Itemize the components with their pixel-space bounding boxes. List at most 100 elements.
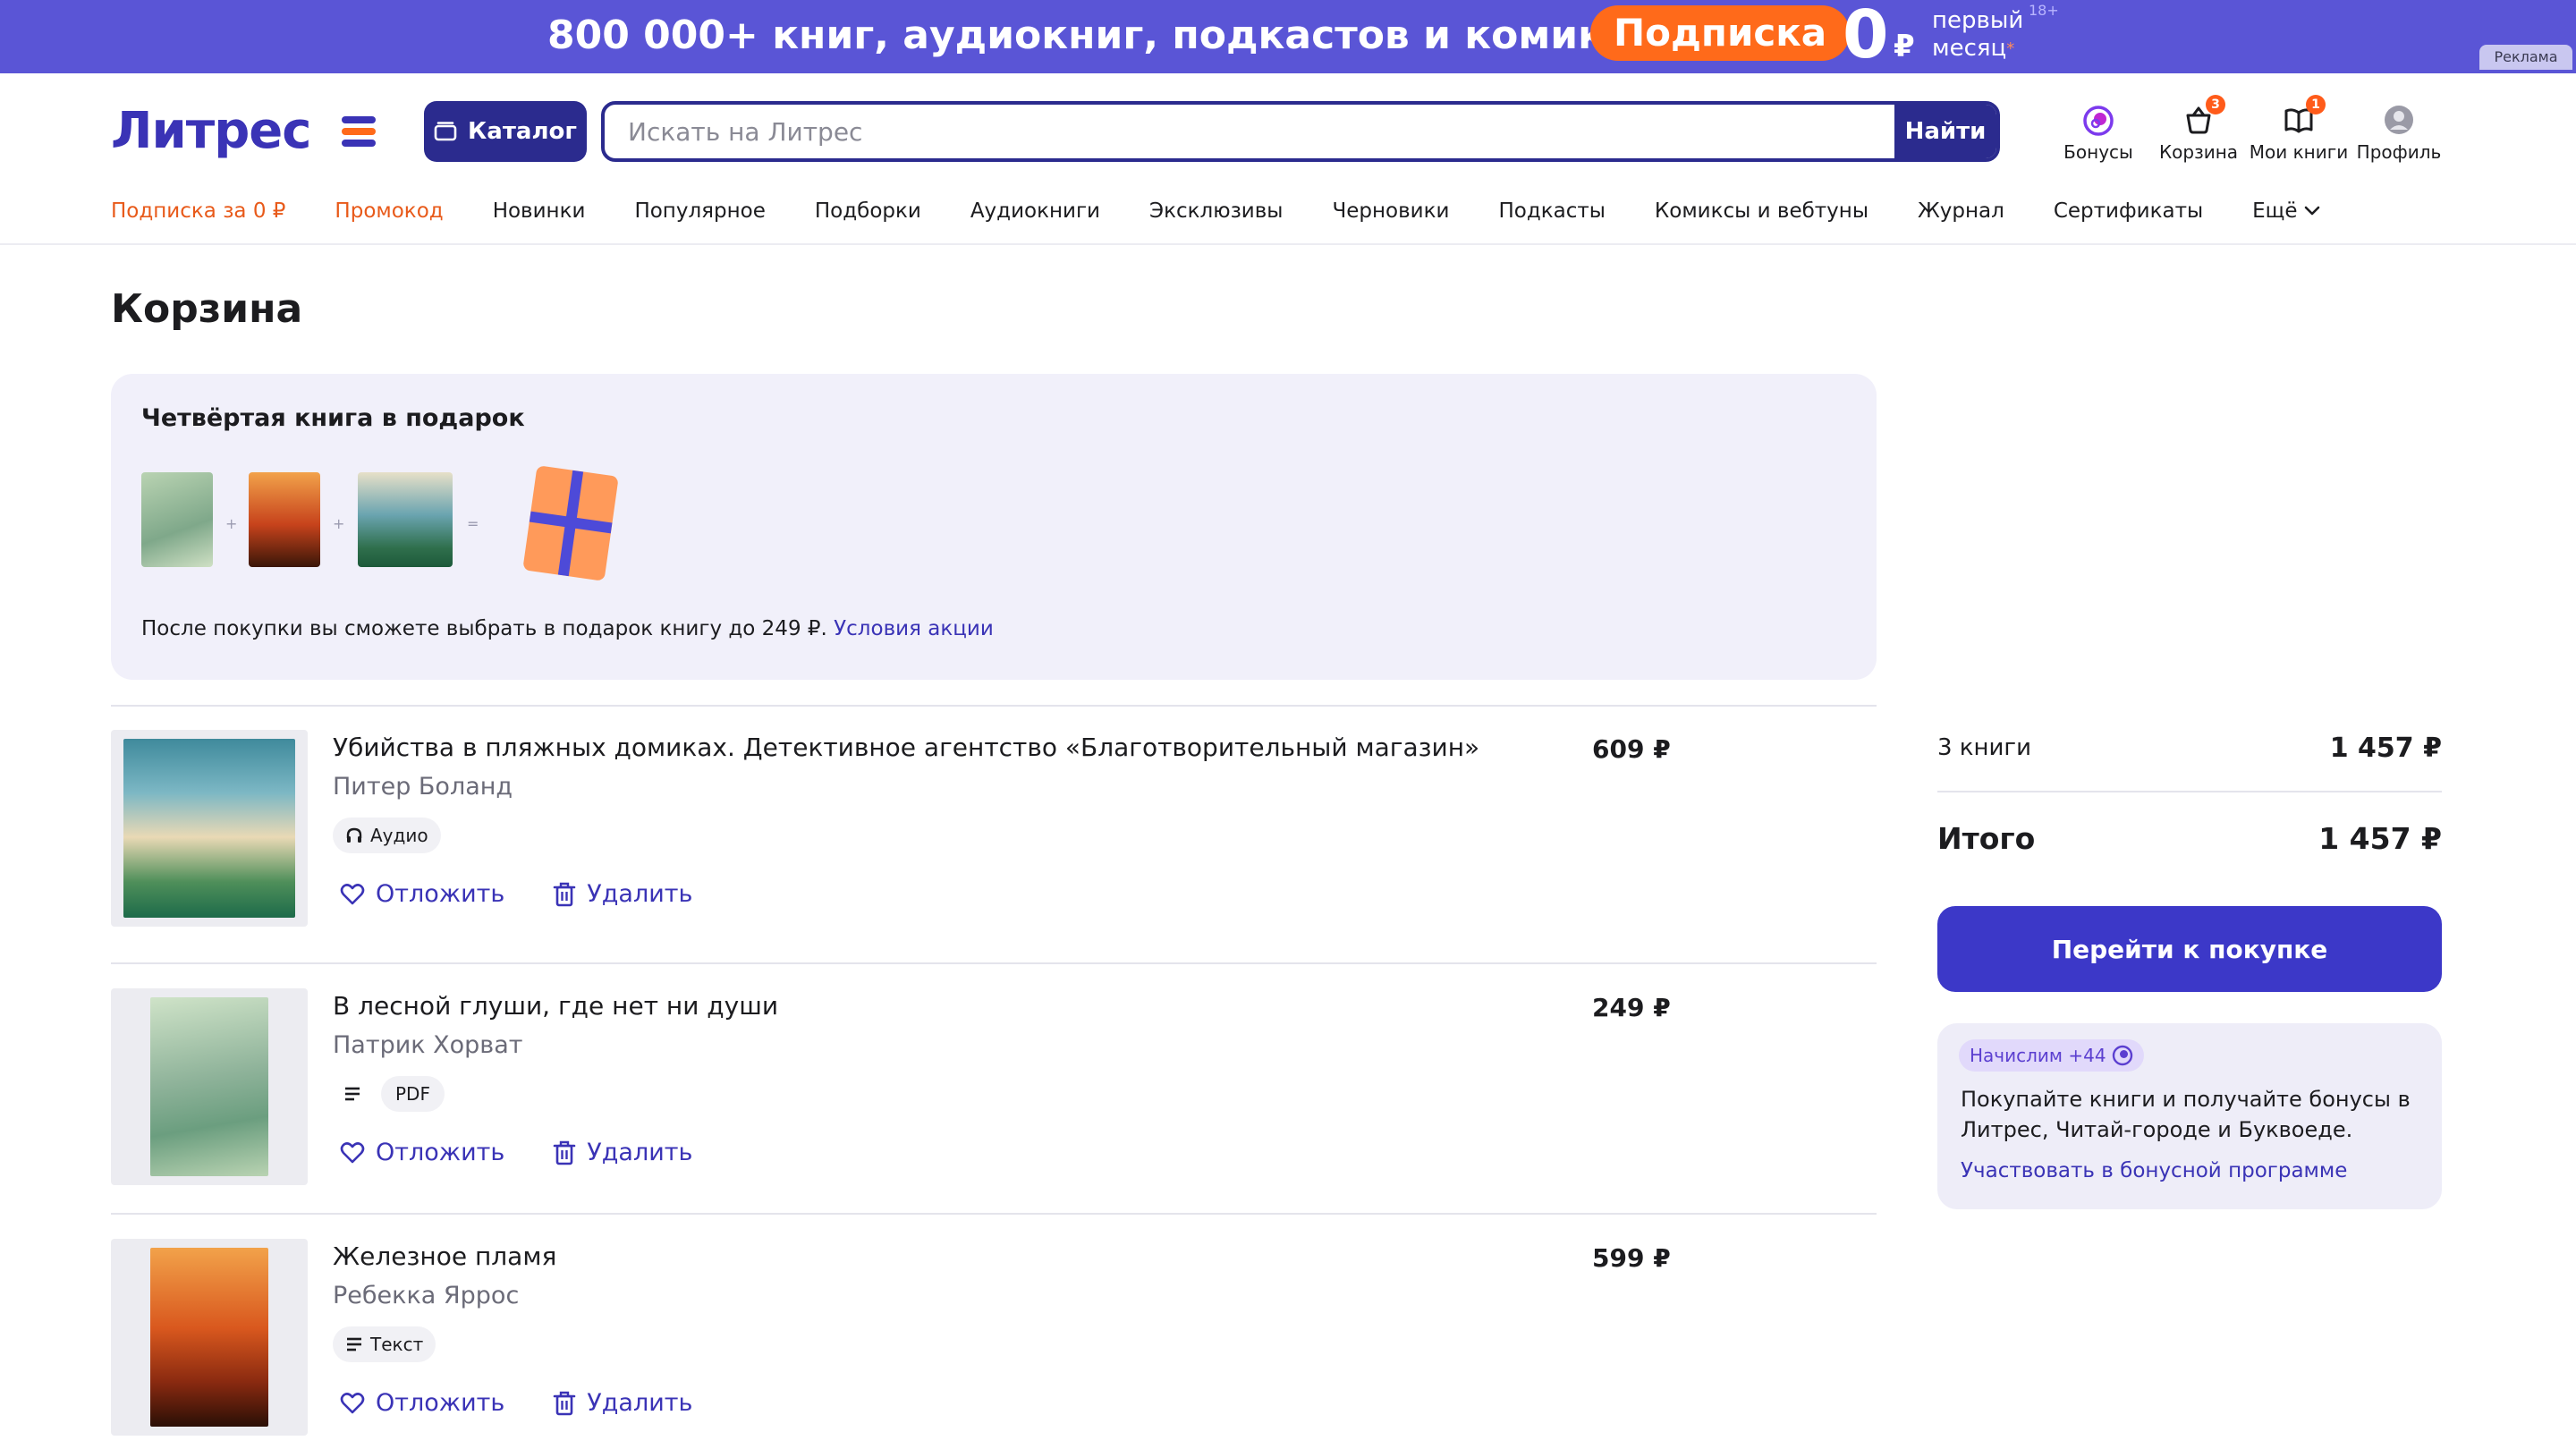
banner-text: 800 000+ книг, аудиокниг, подкастов и ко… (547, 13, 1681, 58)
banner-currency: ₽ (1894, 29, 1915, 64)
heart-icon (340, 884, 365, 905)
nav-subscription[interactable]: Подписка за 0 ₽ (111, 195, 285, 227)
heart-icon (340, 1393, 365, 1414)
delete-label: Удалить (587, 880, 693, 908)
logo-mark-icon (342, 116, 376, 147)
nav-more-label: Ещё (2252, 199, 2298, 223)
bonus-icon (2112, 1045, 2132, 1066)
search-input[interactable] (628, 105, 1880, 158)
book-cover[interactable] (111, 730, 308, 927)
nav-journal[interactable]: Журнал (1918, 195, 2004, 227)
bonus-accrual-badge: Начислим +44 (1959, 1039, 2144, 1072)
banner-price-note-line2-text: месяц (1932, 35, 2007, 62)
banner-subscription-pill[interactable]: Подписка (1590, 5, 1851, 61)
bonus-accrual-label: Начислим +44 (1970, 1045, 2106, 1066)
book-price: 249 ₽ (1592, 993, 1671, 1022)
delete-button[interactable]: Удалить (553, 1385, 692, 1421)
trash-icon (553, 882, 576, 907)
book-cover-art (123, 739, 295, 918)
format-badge: PDF (381, 1076, 445, 1112)
postpone-label: Отложить (376, 1139, 505, 1166)
summary-count-value: 1 457 ₽ (2329, 732, 2442, 764)
main-nav: Подписка за 0 ₽ Промокод Новинки Популяр… (111, 195, 2370, 227)
summary-total-label: Итого (1937, 820, 2036, 856)
cart-badge: 3 (2206, 95, 2225, 114)
promo-note-text: После покупки вы сможете выбрать в подар… (141, 617, 827, 640)
banner-price-note-line2: месяц* (1932, 35, 2023, 63)
book-author[interactable]: Ребекка Яррос (333, 1278, 519, 1314)
summary-total-value: 1 457 ₽ (2318, 820, 2442, 856)
nav-podcasts[interactable]: Подкасты (1498, 195, 1605, 227)
postpone-label: Отложить (376, 880, 505, 908)
heart-icon (340, 1142, 365, 1164)
profile-link[interactable]: Профиль (2349, 100, 2449, 168)
delete-button[interactable]: Удалить (553, 1135, 692, 1171)
book-author[interactable]: Патрик Хорват (333, 1028, 523, 1063)
litres-logo[interactable]: Литрес (111, 100, 311, 163)
summary-count-row: 3 книги 1 457 ₽ (1937, 728, 2442, 767)
cart-item: Железное пламя Ребекка Яррос 599 ₽ Текст… (111, 1239, 1877, 1445)
promo-equals: = (467, 515, 479, 532)
catalog-button[interactable]: Каталог (424, 101, 587, 162)
nav-new[interactable]: Новинки (493, 195, 586, 227)
bonus-icon (2083, 106, 2114, 136)
nav-collections[interactable]: Подборки (815, 195, 921, 227)
postpone-label: Отложить (376, 1389, 505, 1417)
trash-icon (553, 1140, 576, 1165)
book-price: 599 ₽ (1592, 1243, 1671, 1273)
nav-divider (0, 243, 2576, 245)
format-badge: Аудио (333, 818, 441, 853)
book-title[interactable]: Железное пламя (333, 1239, 556, 1275)
delete-label: Удалить (587, 1389, 693, 1417)
summary-total-row: Итого 1 457 ₽ (1937, 816, 2442, 860)
nav-exclusives[interactable]: Эксклюзивы (1149, 195, 1283, 227)
book-title[interactable]: В лесной глуши, где нет ни души (333, 988, 778, 1024)
postpone-button[interactable]: Отложить (340, 1135, 504, 1171)
postpone-button[interactable]: Отложить (340, 1385, 504, 1421)
format-label: Аудио (370, 825, 428, 846)
profile-icon (2385, 106, 2413, 134)
promo-plus: + (333, 515, 345, 532)
chevron-down-icon (2304, 206, 2319, 216)
gift-promo-card: Четвёртая книга в подарок + + = После по… (111, 374, 1877, 680)
nav-promocode[interactable]: Промокод (335, 195, 443, 227)
nav-drafts[interactable]: Черновики (1332, 195, 1449, 227)
nav-audiobooks[interactable]: Аудиокниги (970, 195, 1100, 227)
book-price: 609 ₽ (1592, 734, 1671, 764)
postpone-button[interactable]: Отложить (340, 877, 504, 912)
promo-title: Четвёртая книга в подарок (141, 404, 525, 432)
nav-popular[interactable]: Популярное (634, 195, 765, 227)
text-lines-icon (347, 1337, 361, 1352)
book-author[interactable]: Питер Боланд (333, 769, 513, 805)
delete-button[interactable]: Удалить (553, 877, 692, 912)
promo-terms-link[interactable]: Условия акции (834, 617, 994, 640)
summary-divider (1937, 791, 2442, 792)
summary-count-label: 3 книги (1937, 734, 2031, 761)
nav-comics[interactable]: Комиксы и вебтуны (1655, 195, 1868, 227)
bonus-program-link[interactable]: Участвовать в бонусной программе (1961, 1156, 2347, 1186)
format-icon-badge (333, 1076, 372, 1112)
banner-price-note-line1: первый (1932, 7, 2024, 34)
book-title[interactable]: Убийства в пляжных домиках. Детективное … (333, 730, 1479, 766)
nav-more[interactable]: Ещё (2252, 195, 2320, 227)
book-cover-art (150, 1248, 268, 1427)
my-books-badge: 1 (2306, 95, 2326, 114)
checkout-button[interactable]: Перейти к покупке (1937, 906, 2442, 992)
banner-price-note-mark: * (2006, 39, 2015, 58)
nav-certificates[interactable]: Сертификаты (2054, 195, 2203, 227)
ad-label: Реклама (2479, 45, 2572, 70)
search-box: Найти (601, 101, 2000, 162)
item-divider (111, 705, 1877, 707)
promo-banner[interactable]: 800 000+ книг, аудиокниг, подкастов и ко… (0, 0, 2576, 73)
catalog-icon (434, 122, 457, 141)
text-lines-icon (345, 1087, 360, 1101)
search-button[interactable]: Найти (1894, 105, 1996, 158)
book-cover[interactable] (111, 1239, 308, 1436)
promo-book-cover (249, 472, 320, 567)
page-title: Корзина (111, 286, 303, 332)
promo-book-cover (358, 472, 453, 567)
item-actions: Отложить Удалить (340, 1135, 692, 1171)
item-actions: Отложить Удалить (340, 1385, 692, 1421)
book-cover[interactable] (111, 988, 308, 1185)
gift-icon (522, 465, 619, 581)
